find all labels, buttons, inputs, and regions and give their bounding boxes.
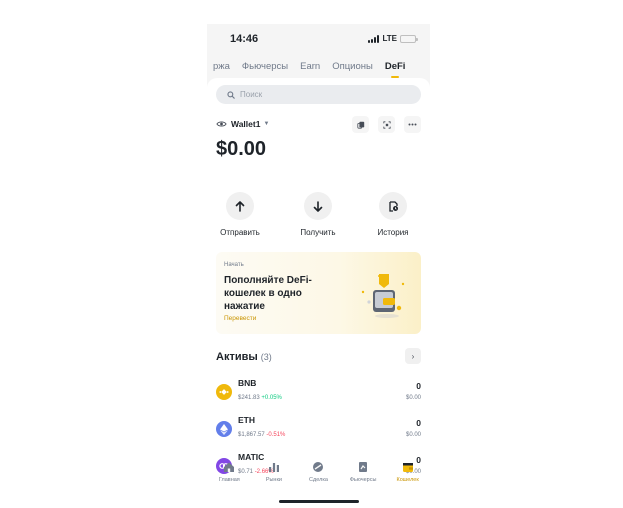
tab-options[interactable]: Опционы: [332, 61, 373, 72]
trade-icon: [296, 460, 341, 474]
send-label: Отправить: [220, 228, 260, 237]
copy-icon[interactable]: [352, 116, 369, 133]
home-indicator: [279, 500, 359, 503]
nav-home[interactable]: Главная: [207, 460, 252, 490]
wallet-icon: [385, 460, 430, 474]
status-indicators: LTE: [368, 34, 418, 43]
tab-futures[interactable]: Фьючерсы: [242, 61, 288, 72]
arrow-up-icon: [226, 192, 254, 220]
chevron-right-icon[interactable]: ›: [405, 348, 421, 364]
asset-change: +0.05%: [261, 395, 282, 401]
wallet-name[interactable]: Wallet1: [231, 119, 260, 129]
search-input[interactable]: Поиск: [216, 85, 421, 104]
asset-price: $241.83: [238, 395, 260, 401]
asset-change: -0.51%: [266, 432, 286, 438]
asset-price: $1,867.57: [238, 432, 265, 438]
signal-icon: [368, 34, 380, 43]
assets-header: Активы (3) ›: [216, 348, 421, 365]
promo-transfer-link[interactable]: Перевести: [224, 315, 256, 322]
arrow-down-icon: [304, 192, 332, 220]
asset-amount: 0: [416, 381, 421, 391]
wallet-illustration-icon: [361, 274, 405, 318]
send-button[interactable]: Отправить: [210, 192, 270, 237]
receive-label: Получить: [300, 228, 336, 237]
status-bar: 14:46 LTE: [207, 24, 430, 56]
nav-home-label: Главная: [218, 477, 240, 483]
history-button[interactable]: История: [363, 192, 423, 237]
more-icon[interactable]: [404, 116, 421, 133]
search-placeholder: Поиск: [240, 90, 263, 99]
asset-price-line: $1,867.57 -0.51%: [238, 432, 285, 438]
asset-amount: 0: [416, 418, 421, 428]
bnb-coin-icon: [216, 384, 232, 400]
tab-spot[interactable]: ржа: [213, 61, 230, 72]
promo-title: Пополняйте DeFi-кошелек в одно нажатие: [224, 275, 312, 312]
battery-icon: [400, 34, 418, 43]
promo-eyebrow: Начать: [224, 262, 244, 268]
markets-icon: [252, 460, 297, 474]
nav-trade[interactable]: Сделка: [296, 460, 341, 490]
tab-earn[interactable]: Earn: [300, 61, 320, 72]
nav-wallet-label: Кошелек: [396, 477, 419, 483]
eth-coin-icon: [216, 421, 232, 437]
assets-title: Активы: [216, 350, 258, 363]
home-icon: [207, 460, 252, 474]
phone-screen: 14:46 LTE ржа Фьючерсы Earn Опционы DeFi…: [207, 24, 430, 508]
top-tabs: ржа Фьючерсы Earn Опционы DeFi: [207, 56, 430, 78]
search-icon: [227, 90, 235, 99]
tab-defi[interactable]: DeFi: [385, 61, 405, 78]
futures-icon: [341, 460, 386, 474]
nav-futures[interactable]: Фьючерсы: [341, 460, 386, 490]
chevron-down-icon[interactable]: ▼: [263, 121, 269, 127]
nav-futures-label: Фьючерсы: [349, 477, 377, 483]
promo-banner[interactable]: Начать Пополняйте DeFi-кошелек в одно на…: [216, 252, 421, 334]
history-label: История: [377, 228, 409, 237]
status-time: 14:46: [230, 33, 259, 45]
bottom-nav: Главная Рынки Сделка Фьючерсы Кошелек: [207, 460, 430, 490]
asset-value: $0.00: [405, 432, 421, 438]
asset-symbol: ETH: [238, 415, 255, 425]
wallet-selector-row: Wallet1 ▼: [216, 116, 421, 133]
asset-symbol: BNB: [238, 378, 257, 388]
asset-row-bnb[interactable]: BNB $241.83 +0.05% 0 $0.00: [216, 376, 421, 406]
wallet-header-actions: [352, 116, 421, 133]
eye-icon[interactable]: [216, 120, 227, 128]
assets-count: (3): [260, 351, 272, 362]
nav-trade-label: Сделка: [309, 477, 328, 483]
wallet-balance: $0.00: [216, 138, 267, 160]
network-label: LTE: [382, 34, 397, 43]
history-icon: [379, 192, 407, 220]
receive-button[interactable]: Получить: [288, 192, 348, 237]
asset-row-eth[interactable]: ETH $1,867.57 -0.51% 0 $0.00: [216, 413, 421, 443]
nav-markets[interactable]: Рынки: [252, 460, 297, 490]
nav-markets-label: Рынки: [265, 477, 282, 483]
asset-price-line: $241.83 +0.05%: [238, 395, 282, 401]
scan-icon[interactable]: [378, 116, 395, 133]
asset-value: $0.00: [405, 395, 421, 401]
quick-actions: Отправить Получить История: [207, 192, 430, 242]
nav-wallet[interactable]: Кошелек: [385, 460, 430, 490]
wallet-card: Поиск Wallet1 ▼ $0.00 Отправить Получить…: [207, 78, 430, 508]
